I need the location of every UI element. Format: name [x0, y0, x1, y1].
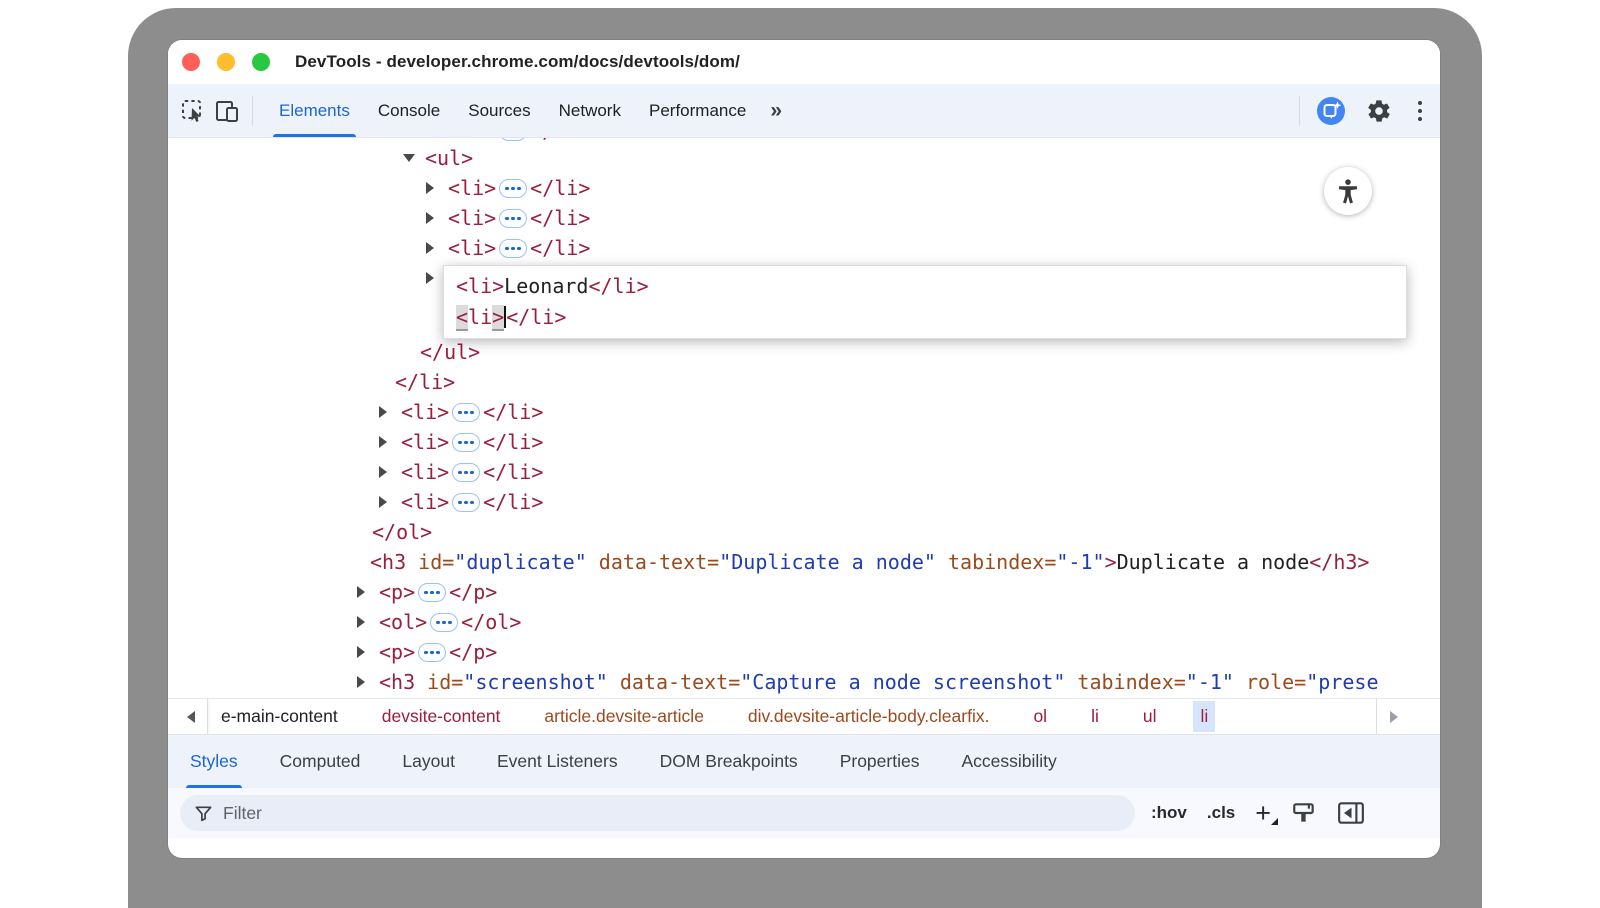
devtools-window: DevTools - developer.chrome.com/docs/dev…: [168, 40, 1440, 858]
expand-arrow-icon[interactable]: [357, 646, 365, 658]
dom-node-row[interactable]: <li></li>: [168, 173, 1440, 203]
toolbar-right-separator: [1299, 96, 1300, 126]
toolbar-separator: [252, 96, 253, 126]
style-filter-input[interactable]: Filter: [180, 795, 1135, 831]
traffic-lights: [182, 53, 270, 71]
ellipsis-expand-button[interactable]: [418, 643, 446, 662]
expand-arrow-icon[interactable]: [357, 616, 365, 628]
ellipsis-expand-button[interactable]: [452, 493, 480, 512]
expand-arrow-icon[interactable]: [379, 466, 387, 478]
dom-node-row[interactable]: <li></li>: [168, 487, 1440, 517]
accessibility-helper-button[interactable]: [1324, 167, 1372, 215]
minimize-window-button[interactable]: [217, 53, 235, 71]
breadcrumb-scroll-right-button[interactable]: [1376, 699, 1410, 734]
dom-breadcrumb-bar: e-main-content devsite-content article.dev…: [168, 698, 1440, 734]
dom-node-row[interactable]: <ol></ol>: [168, 607, 1440, 637]
dom-node-row[interactable]: <p></p>: [168, 637, 1440, 667]
dom-node-row[interactable]: <li></li>: [168, 203, 1440, 233]
elements-dom-tree: <li>Leonard</li><li></li> <li></li><ul><…: [168, 138, 1440, 698]
breadcrumb-item[interactable]: devsite-content: [375, 701, 508, 732]
sidebar-tab-dom-breakpoints[interactable]: DOM Breakpoints: [646, 735, 812, 788]
inspect-element-icon[interactable]: [176, 94, 210, 128]
dom-node-row[interactable]: </ul>: [168, 337, 1440, 367]
breadcrumb: e-main-content devsite-content article.dev…: [214, 701, 1215, 732]
dom-node-row[interactable]: <ul>: [168, 143, 1440, 173]
tab-sources[interactable]: Sources: [454, 84, 544, 137]
editor-line[interactable]: <li>Leonard</li>: [456, 271, 1406, 302]
editor-line[interactable]: <li></li>: [456, 302, 1406, 333]
ellipsis-expand-button[interactable]: [499, 179, 527, 198]
dropdown-corner-icon: [1271, 818, 1278, 825]
zoom-window-button[interactable]: [252, 53, 270, 71]
breadcrumb-item[interactable]: article.devsite-article: [537, 701, 711, 732]
more-tabs-button[interactable]: »: [760, 99, 790, 123]
sidebar-tab-event-listeners[interactable]: Event Listeners: [483, 735, 632, 788]
more-options-icon[interactable]: [1410, 97, 1430, 125]
dom-node-row[interactable]: <p></p>: [168, 577, 1440, 607]
expand-arrow-icon[interactable]: [357, 676, 365, 688]
expand-arrow-icon[interactable]: [379, 496, 387, 508]
sidebar-tab-styles[interactable]: Styles: [176, 735, 252, 788]
sidebar-tab-layout[interactable]: Layout: [388, 735, 469, 788]
breadcrumb-item[interactable]: div.devsite-article-body.clearfix.: [741, 701, 997, 732]
settings-gear-icon[interactable]: [1362, 94, 1396, 128]
expand-arrow-icon[interactable]: [379, 436, 387, 448]
device-toolbar-icon[interactable]: [210, 94, 244, 128]
breadcrumb-item[interactable]: e-main-content: [214, 701, 345, 732]
toggle-sidebar-icon[interactable]: [1337, 800, 1365, 826]
expand-arrow-icon[interactable]: [426, 182, 434, 194]
devtools-toolbar: ElementsConsoleSourcesNetworkPerformance…: [168, 84, 1440, 138]
styles-filter-row: Filter :hov .cls +: [168, 788, 1440, 838]
styles-sidebar-tabs: Styles ComputedLayout Event Listeners DOM B…: [168, 734, 1440, 788]
ellipsis-expand-button[interactable]: [499, 138, 527, 141]
breadcrumb-scroll-left-button[interactable]: [174, 699, 208, 734]
ai-assistance-icon[interactable]: [1314, 94, 1348, 128]
ellipsis-expand-button[interactable]: [430, 613, 458, 632]
tab-console[interactable]: Console: [364, 84, 454, 137]
dom-node-row[interactable]: <h3 id="screenshot" data-text="Capture a…: [168, 667, 1440, 697]
filter-funnel-icon: [194, 804, 213, 823]
inline-html-editor[interactable]: <li>Leonard</li><li></li>: [443, 265, 1407, 339]
expand-arrow-icon[interactable]: [426, 272, 434, 284]
window-title: DevTools - developer.chrome.com/docs/dev…: [295, 52, 740, 72]
breadcrumb-item[interactable]: li: [1084, 701, 1106, 732]
sidebar-tab-properties[interactable]: Properties: [826, 735, 934, 788]
chevron-right-icon: [1390, 711, 1398, 723]
new-style-rule-button[interactable]: +: [1255, 803, 1271, 823]
ellipsis-expand-button[interactable]: [452, 463, 480, 482]
breadcrumb-item[interactable]: ul: [1136, 701, 1164, 732]
tab-network[interactable]: Network: [545, 84, 635, 137]
dom-node-row[interactable]: <h3 id="duplicate" data-text="Duplicate …: [168, 547, 1440, 577]
close-window-button[interactable]: [182, 53, 200, 71]
rendering-brush-icon[interactable]: [1291, 800, 1317, 826]
tab-elements[interactable]: Elements: [265, 84, 364, 137]
dom-node-row[interactable]: <li></li>: [168, 233, 1440, 263]
dom-node-row[interactable]: <li></li>: [168, 427, 1440, 457]
breadcrumb-item[interactable]: li: [1193, 701, 1215, 732]
filter-placeholder: Filter: [223, 803, 262, 824]
dom-node-row[interactable]: </li>: [168, 367, 1440, 397]
panel-tabs: ElementsConsoleSourcesNetworkPerformance: [265, 84, 760, 137]
ellipsis-expand-button[interactable]: [452, 403, 480, 422]
expand-arrow-icon[interactable]: [403, 154, 415, 162]
dom-node-row[interactable]: <li></li>: [168, 397, 1440, 427]
dom-node-row[interactable]: </ol>: [168, 517, 1440, 547]
tab-performance[interactable]: Performance: [635, 84, 760, 137]
expand-arrow-icon[interactable]: [426, 242, 434, 254]
sidebar-tab-computed[interactable]: Computed: [266, 735, 375, 788]
toggle-element-state-button[interactable]: :hov: [1151, 803, 1187, 823]
expand-arrow-icon[interactable]: [379, 406, 387, 418]
expand-arrow-icon[interactable]: [357, 586, 365, 598]
ellipsis-expand-button[interactable]: [499, 239, 527, 258]
dom-node-row[interactable]: <li></li>: [168, 457, 1440, 487]
ellipsis-expand-button[interactable]: [452, 433, 480, 452]
chevron-left-icon: [187, 711, 195, 723]
expand-arrow-icon[interactable]: [426, 212, 434, 224]
element-classes-button[interactable]: .cls: [1207, 803, 1235, 823]
title-bar: DevTools - developer.chrome.com/docs/dev…: [168, 40, 1440, 84]
breadcrumb-item[interactable]: ol: [1026, 701, 1054, 732]
sidebar-tab-accessibility[interactable]: Accessibility: [947, 735, 1070, 788]
ellipsis-expand-button[interactable]: [499, 209, 527, 228]
ellipsis-expand-button[interactable]: [418, 583, 446, 602]
